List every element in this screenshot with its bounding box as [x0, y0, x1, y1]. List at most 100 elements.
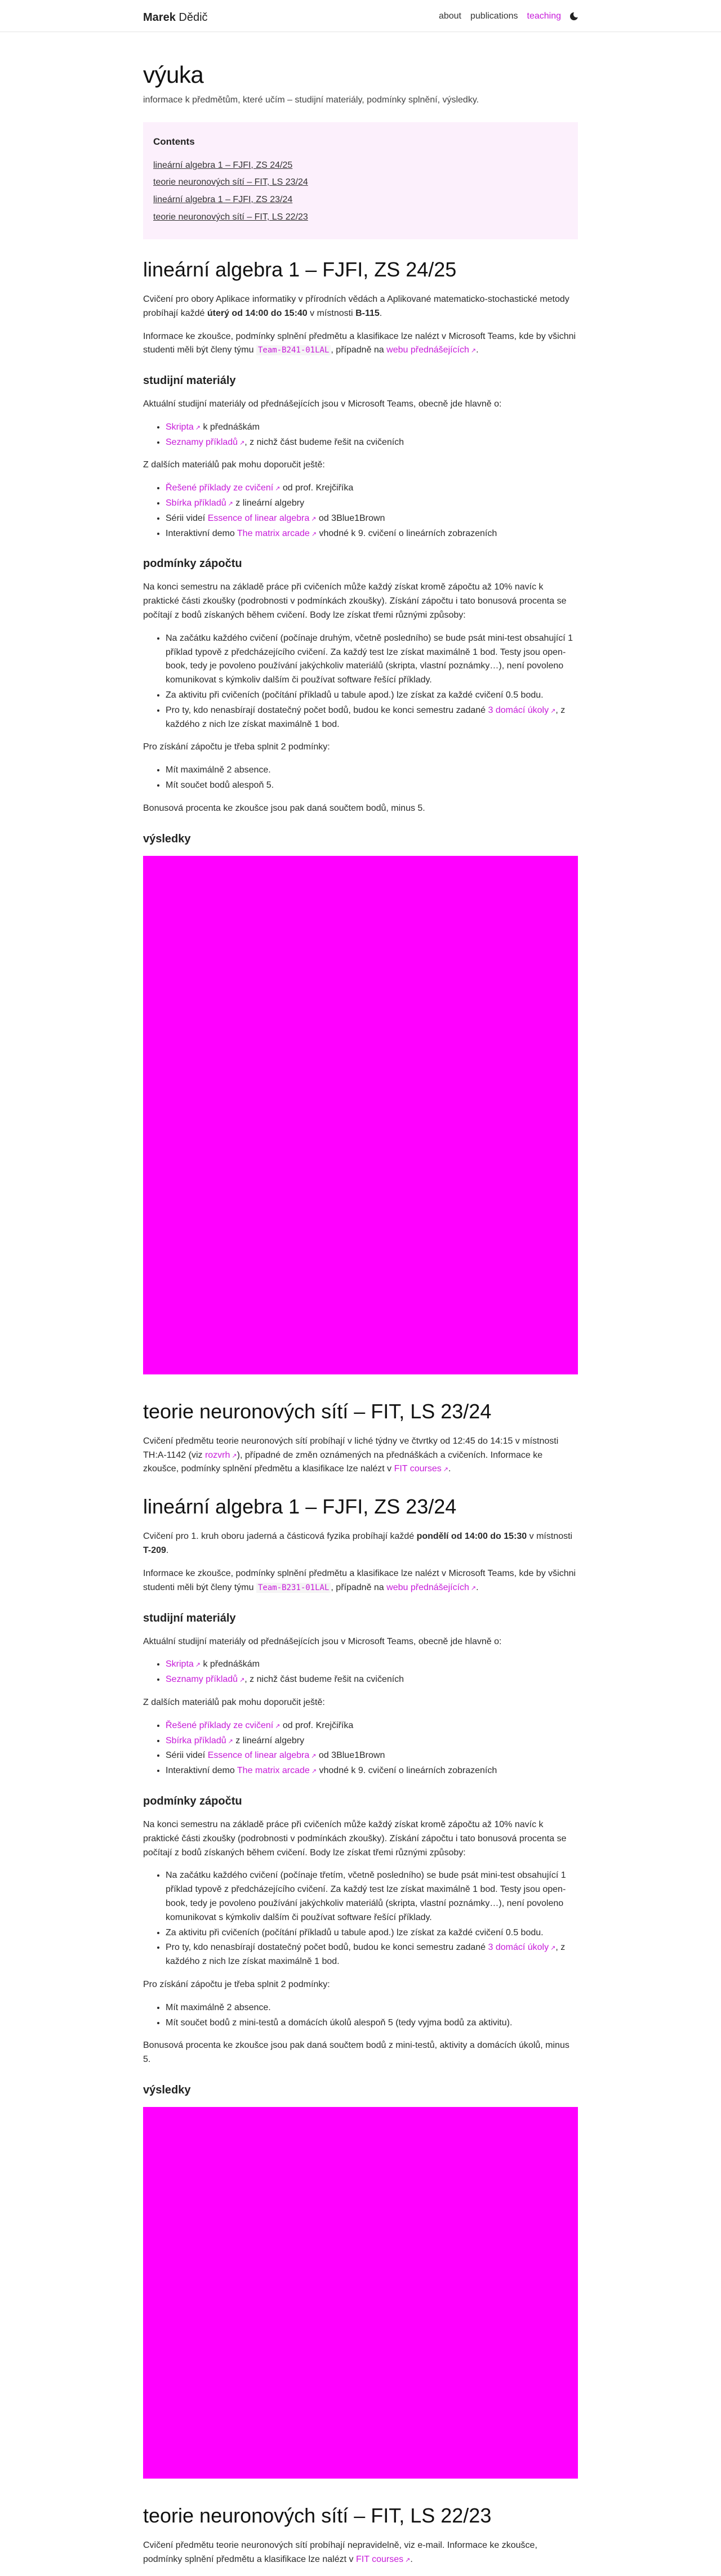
external-link-icon: ↗: [228, 501, 233, 508]
fit-courses-link[interactable]: FIT courses: [394, 1464, 442, 1474]
other-materials-list: Řešené příklady ze cvičení ↗ od prof. Kre…: [143, 1719, 578, 1778]
essence-la-link[interactable]: Essence of linear algebra: [208, 514, 310, 523]
examples-list-link[interactable]: Seznamy příkladů: [166, 1675, 238, 1684]
text: , z nichž část budeme řešit na cvičeních: [244, 1675, 404, 1685]
external-link-icon: ↗: [550, 707, 556, 715]
list-item: Na začátku každého cvičení (počínaje dru…: [166, 632, 578, 687]
list-item: Za aktivitu při cvičeních (počítání přík…: [166, 689, 578, 703]
text: .: [410, 2554, 413, 2564]
external-link-icon: ↗: [550, 1945, 556, 1952]
lecturers-web-link[interactable]: webu přednášejících: [386, 345, 469, 355]
nav-links: about publications teaching: [439, 10, 580, 24]
text: , případně na: [331, 1582, 387, 1592]
list-item: Sérii videí Essence of linear algebra↗ o…: [166, 512, 578, 526]
requirements-paragraph: Pro získání zápočtu je třeba splnit 2 po…: [143, 742, 330, 752]
text: Cvičení předmětu teorie neuronových sítí…: [143, 2541, 537, 2564]
bonus-paragraph: Bonusová procenta ke zkoušce jsou pak da…: [143, 803, 425, 813]
brand-link[interactable]: Marek Dědič: [143, 9, 208, 26]
credit-list: Na začátku každého cvičení (počínaje dru…: [143, 632, 578, 732]
toc-heading: Contents: [153, 136, 195, 148]
fit-courses-link[interactable]: FIT courses: [356, 2555, 403, 2564]
section-title-tns-2324: teorie neuronových sítí – FIT, LS 23/24: [143, 1399, 492, 1423]
text: k přednáškám: [201, 422, 260, 432]
list-item: Řešené příklady ze cvičení↗ od prof. Kre…: [166, 1719, 578, 1733]
materials-heading: studijní materiály: [143, 1611, 236, 1624]
external-link-icon: ↗: [239, 439, 245, 447]
nav-teaching[interactable]: teaching: [527, 10, 562, 24]
essence-la-link[interactable]: Essence of linear algebra: [208, 1751, 310, 1760]
text: .: [166, 1546, 169, 1556]
tns-paragraph: Cvičení předmětu teorie neuronových sítí…: [143, 2539, 578, 2567]
text: Cvičení pro 1. kruh oboru jaderná a část…: [143, 1532, 417, 1542]
text: .: [476, 345, 479, 355]
nav-about[interactable]: about: [439, 10, 461, 24]
section-title-tns-2223: teorie neuronových sítí – FIT, LS 22/23: [143, 2503, 492, 2527]
table-of-contents: Contents lineární algebra 1 – FJFI, ZS 2…: [143, 122, 578, 239]
top-navbar: Marek Dědič about publications teaching: [0, 0, 721, 32]
team-code: Team-B231-01LAL: [256, 1582, 331, 1593]
external-link-icon: ↗: [405, 2556, 411, 2564]
list-item: Mít součet bodů z mini-testů a domácích …: [166, 2016, 578, 2030]
text: od 3Blue1Brown: [316, 1751, 385, 1761]
external-link-icon: ↗: [443, 1466, 448, 1474]
external-link-icon: ↗: [228, 1738, 233, 1745]
solved-examples-link[interactable]: Řešené příklady ze cvičení: [166, 1721, 273, 1730]
list-item: Na začátku každého cvičení (počínaje tře…: [166, 1869, 578, 1925]
requirements-paragraph: Pro získání zápočtu je třeba splnit 2 po…: [143, 1979, 330, 1989]
solved-examples-link[interactable]: Řešené příklady ze cvičení: [166, 483, 273, 493]
teams-paragraph: Informace ke zkoušce, podmínky splnění p…: [143, 1567, 578, 1595]
list-item: Pro ty, kdo nenasbírají dostatečný počet…: [166, 1941, 578, 1969]
materials-heading: studijní materiály: [143, 374, 236, 387]
room: B-115: [355, 308, 380, 318]
credit-heading: podmínky zápočtu: [143, 1794, 242, 1807]
credit-heading: podmínky zápočtu: [143, 557, 242, 570]
list-item: Mít součet bodů alespoň 5.: [166, 779, 578, 793]
exercise-collection-link[interactable]: Sbírka příkladů: [166, 498, 226, 508]
text: .: [448, 1464, 451, 1474]
external-link-icon: ↗: [470, 347, 477, 355]
text: Sérii videí: [166, 1751, 208, 1761]
matrix-arcade-link[interactable]: The matrix arcade: [237, 1766, 310, 1775]
page-description: informace k předmětům, které učím – stud…: [143, 95, 479, 105]
text: .: [379, 308, 382, 318]
homework-link[interactable]: 3 domácí úkoly: [488, 706, 549, 715]
bonus-paragraph: Bonusová procenta ke zkoušce jsou pak da…: [143, 2041, 569, 2065]
schedule-link[interactable]: rozvrh: [205, 1450, 230, 1460]
homework-link[interactable]: 3 domácí úkoly: [488, 1943, 549, 1952]
list-item: Skripta↗ k přednáškám: [166, 421, 578, 435]
examples-list-link[interactable]: Seznamy příkladů: [166, 437, 238, 447]
other-materials-paragraph: Z dalších materiálů pak mohu doporučit j…: [143, 460, 325, 470]
toc-item-la-2425[interactable]: lineární algebra 1 – FJFI, ZS 24/25: [153, 159, 568, 173]
text: Pro ty, kdo nenasbírají dostatečný počet…: [166, 1943, 488, 1953]
exercise-collection-link[interactable]: Sbírka příkladů: [166, 1736, 226, 1745]
toc-item-tns-2223[interactable]: teorie neuronových sítí – FIT, LS 22/23: [153, 211, 568, 225]
section-title-la-2324: lineární algebra 1 – FJFI, ZS 23/24: [143, 1495, 457, 1519]
toc-item-la-2324[interactable]: lineární algebra 1 – FJFI, ZS 23/24: [153, 193, 568, 207]
external-link-icon: ↗: [311, 530, 317, 538]
intro-paragraph: Cvičení pro obory Aplikace informatiky v…: [143, 293, 578, 321]
list-item: Interaktivní demo The matrix arcade↗ vho…: [166, 527, 578, 541]
list-item: Mít maximálně 2 absence.: [166, 2001, 578, 2015]
materials-list: Skripta↗ k přednáškám Seznamy příkladů↗,…: [143, 421, 578, 450]
materials-paragraph: Aktuální studijní materiály od přednášej…: [143, 1636, 502, 1646]
results-embed-placeholder: [143, 2106, 578, 2479]
text: Sérii videí: [166, 513, 208, 523]
skripta-link[interactable]: Skripta: [166, 1659, 194, 1669]
theme-toggle-moon-icon[interactable]: [570, 11, 580, 21]
section-title-la-2425: lineární algebra 1 – FJFI, ZS 24/25: [143, 257, 457, 281]
list-item: Seznamy příkladů↗, z nichž část budeme ř…: [166, 436, 578, 450]
list-item: Za aktivitu při cvičeních (počítání přík…: [166, 1926, 578, 1940]
list-item: Sérii videí Essence of linear algebra↗ o…: [166, 1749, 578, 1763]
schedule-time: pondělí od 14:00 do 15:30: [416, 1532, 527, 1542]
text: k přednáškám: [201, 1659, 260, 1669]
toc-item-tns-2324[interactable]: teorie neuronových sítí – FIT, LS 23/24: [153, 176, 568, 190]
requirements-list: Mít maximálně 2 absence. Mít součet bodů…: [143, 2001, 578, 2030]
lecturers-web-link[interactable]: webu přednášejících: [386, 1583, 469, 1592]
text: od prof. Krejčiříka: [280, 483, 354, 493]
nav-publications[interactable]: publications: [470, 10, 518, 24]
schedule-time: úterý od 14:00 do 15:40: [207, 308, 308, 318]
text: Interaktivní demo: [166, 1766, 237, 1776]
matrix-arcade-link[interactable]: The matrix arcade: [237, 529, 310, 538]
results-heading: výsledky: [143, 2083, 191, 2096]
skripta-link[interactable]: Skripta: [166, 422, 194, 432]
